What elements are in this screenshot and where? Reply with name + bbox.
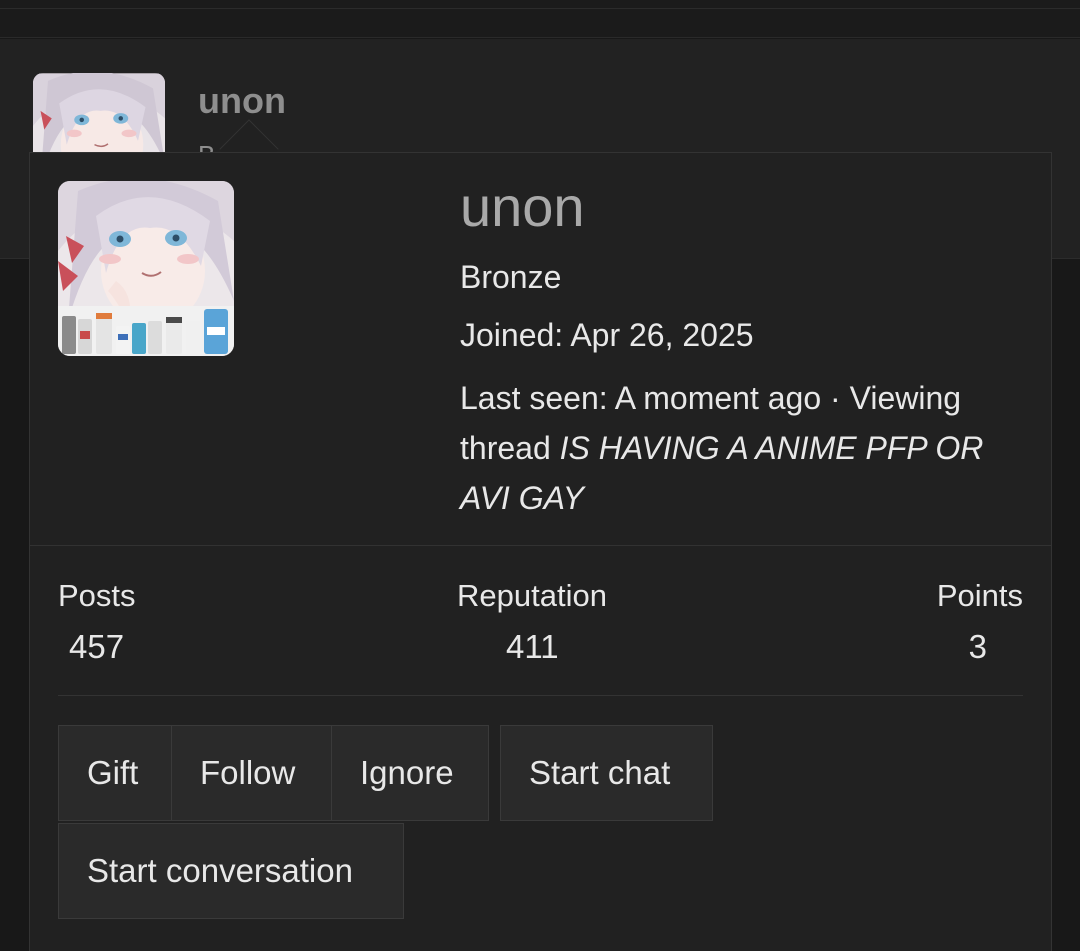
stat-value: 457: [69, 628, 125, 665]
last-seen-value: A moment ago: [614, 380, 822, 416]
start-conversation-button[interactable]: Start conversation: [58, 823, 404, 919]
member-card-header: unon Bronze Joined: Apr 26, 2025 Last se…: [30, 153, 1051, 546]
member-joined: Joined: Apr 26, 2025: [460, 315, 1030, 355]
gift-button[interactable]: Gift: [58, 725, 172, 821]
member-user-title: Bronze: [460, 259, 562, 295]
member-avatar[interactable]: [58, 181, 234, 356]
stat-label: Posts: [58, 578, 136, 613]
last-seen-label: Last seen:: [460, 380, 608, 416]
anime-avatar-icon: [58, 181, 234, 356]
stat-value: 411: [506, 628, 559, 665]
stat-reputation[interactable]: Reputation 411: [457, 577, 607, 667]
ignore-button[interactable]: Ignore: [331, 725, 489, 821]
stat-points[interactable]: Points 3: [937, 577, 1023, 667]
member-stats: Posts 457 Reputation 411 Points 3: [58, 571, 1023, 696]
joined-label: Joined:: [460, 317, 564, 353]
member-last-seen: Last seen: A moment ago · Viewing thread…: [460, 373, 1030, 523]
stat-value: 3: [968, 628, 987, 665]
top-divider: [0, 8, 1080, 9]
stat-label: Points: [936, 578, 1023, 613]
start-chat-button[interactable]: Start chat: [500, 725, 713, 821]
top-navigation-bar: [0, 0, 1080, 38]
stat-posts[interactable]: Posts 457: [58, 577, 136, 667]
follow-button[interactable]: Follow: [171, 725, 332, 821]
separator-dot: ·: [830, 380, 841, 416]
joined-date: Apr 26, 2025: [570, 317, 754, 353]
background-username[interactable]: unon: [198, 80, 286, 122]
member-info: unon Bronze Joined: Apr 26, 2025 Last se…: [460, 175, 1030, 523]
member-tooltip-card: unon Bronze Joined: Apr 26, 2025 Last se…: [29, 152, 1052, 951]
member-username[interactable]: unon: [460, 175, 1030, 239]
stat-label: Reputation: [457, 578, 607, 613]
